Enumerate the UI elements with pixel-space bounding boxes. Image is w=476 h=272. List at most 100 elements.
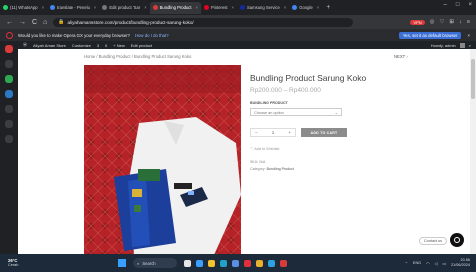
whatsapp-icon[interactable] — [5, 75, 13, 83]
tab-google[interactable]: Google × — [289, 2, 322, 14]
wordpress-icon — [102, 5, 108, 10]
tab-translate[interactable]: translate - Penelu × — [47, 2, 99, 14]
telegram-icon[interactable] — [268, 259, 275, 267]
menu-icon[interactable]: ≡ — [467, 19, 470, 25]
chat-icon — [454, 237, 460, 243]
opera-logo-icon — [6, 31, 13, 39]
history-icon[interactable] — [5, 120, 13, 128]
site-icon — [152, 5, 158, 10]
minimize-icon[interactable]: – — [444, 2, 447, 8]
admin-customize-link[interactable]: Customize — [72, 43, 91, 48]
bookmark-icon[interactable]: ♡ — [439, 19, 444, 25]
search-icon: ⌕ — [137, 260, 140, 266]
close-icon[interactable]: × — [232, 5, 234, 10]
google-icon — [50, 5, 56, 10]
qty-minus-button[interactable]: − — [255, 130, 258, 135]
home-button[interactable]: ⌂ — [43, 19, 47, 26]
store-icon[interactable] — [232, 259, 239, 267]
avatar[interactable] — [459, 42, 465, 48]
close-icon[interactable]: × — [467, 33, 470, 38]
player-icon[interactable] — [5, 105, 13, 113]
system-tray: ⌃ ENG ◠ ◁ ▭ 20.56 21/06/2024 — [405, 258, 476, 268]
chevron-down-icon: ⌄ — [334, 110, 338, 115]
qty-plus-button[interactable]: + — [288, 130, 291, 135]
forward-button[interactable]: → — [19, 19, 26, 26]
taskbar-search[interactable]: ⌕ Search — [133, 258, 177, 268]
add-to-wishlist-link[interactable]: ♡ Add to Wishlist — [250, 146, 279, 151]
promo-help-link[interactable]: How do I do that? — [135, 33, 169, 38]
variation-select[interactable]: Choose an option ⌄ — [250, 108, 342, 116]
samsung-icon — [239, 5, 245, 10]
tab-pinterest[interactable]: Pinterest × — [201, 2, 237, 14]
product-photo-illustration — [84, 65, 241, 255]
tab-bundling-product[interactable]: Bundling Product × — [149, 1, 201, 14]
admin-new-link[interactable]: + New — [113, 43, 124, 48]
product-sku: SKU: N/A — [250, 160, 266, 164]
product-title: Bundling Product Sarung Koko — [250, 73, 367, 83]
windows-start-icon[interactable] — [118, 259, 126, 267]
windows-taskbar: 26°C Cerah ⌕ Search ⌃ ENG ◠ ◁ ▭ 20.56 21… — [0, 254, 476, 272]
close-window-icon[interactable]: × — [468, 2, 472, 8]
weather-widget[interactable]: 26°C Cerah — [0, 258, 18, 268]
settings-icon[interactable] — [5, 135, 13, 143]
chat-button[interactable] — [450, 233, 464, 247]
admin-updates-count[interactable]: 3 — [97, 43, 99, 48]
maximize-icon[interactable]: □ — [456, 2, 460, 8]
close-icon[interactable]: × — [144, 5, 146, 10]
extensions-icon[interactable]: ⊞ — [449, 19, 454, 25]
chrome-icon[interactable] — [256, 259, 263, 267]
new-tab-button[interactable]: + — [322, 4, 334, 11]
camera-icon[interactable]: ◎ — [430, 19, 435, 25]
admin-howdy[interactable]: Howdy, admin — [431, 43, 456, 48]
variation-label: BUNDLING PRODUCT — [250, 101, 288, 105]
address-bar-tools: VPN ◎ ♡ ⊞ ↓ ≡ — [410, 19, 470, 25]
close-icon[interactable]: × — [42, 5, 44, 10]
app-icon[interactable] — [280, 259, 287, 267]
close-icon[interactable]: × — [317, 5, 319, 10]
page-scrollbar[interactable] — [470, 49, 476, 254]
edge-icon[interactable] — [220, 259, 227, 267]
tab-samsung[interactable]: Samsung Service × — [237, 2, 289, 14]
clock[interactable]: 20.56 21/06/2024 — [451, 258, 470, 268]
close-icon[interactable]: × — [196, 5, 198, 10]
qty-input[interactable]: 1 — [272, 130, 275, 135]
url-input[interactable]: 🔒 aliyahamansstore.com/product/bundling-… — [53, 17, 354, 27]
pinned-apps — [184, 259, 287, 267]
language-indicator[interactable]: ENG — [413, 261, 421, 265]
tab-edit-product[interactable]: Edit product 'Sar × — [99, 2, 149, 14]
product-image[interactable] — [84, 65, 241, 255]
task-view-icon[interactable] — [184, 259, 191, 267]
battery-icon[interactable]: ▭ — [442, 261, 446, 266]
reload-button[interactable]: C — [32, 19, 37, 26]
google-icon — [292, 5, 298, 10]
admin-comments-count[interactable]: 0 — [105, 43, 107, 48]
contact-us-button[interactable]: Contact us — [419, 237, 447, 245]
tab-whatsapp[interactable]: (11) WhatsApp × — [0, 2, 47, 14]
vpn-badge[interactable]: VPN — [410, 19, 425, 25]
download-icon[interactable]: ↓ — [459, 19, 462, 25]
set-default-button[interactable]: Yes, set it as default browser — [398, 31, 462, 39]
admin-site-link[interactable]: Aliyah Aman Store — [33, 43, 66, 48]
quantity-stepper[interactable]: − 1 + — [250, 128, 296, 137]
next-product-link[interactable]: NEXT › — [394, 54, 408, 59]
wifi-icon[interactable]: ◠ — [426, 261, 429, 266]
twitch-icon[interactable] — [5, 60, 13, 68]
file-explorer-icon[interactable] — [208, 259, 215, 267]
wordpress-icon[interactable]: Ⓦ — [23, 42, 27, 48]
messenger-icon[interactable] — [5, 90, 13, 98]
admin-edit-product-link[interactable]: Edit product — [131, 43, 152, 48]
breadcrumb[interactable]: Home / Bundling Product / Bundling Produ… — [84, 54, 191, 59]
back-button[interactable]: ← — [6, 19, 13, 26]
add-to-cart-button[interactable]: ADD TO CART — [301, 128, 347, 137]
search-icon[interactable]: ⌕ — [469, 43, 471, 48]
category-link[interactable]: Bundling Product — [267, 167, 294, 171]
close-icon[interactable]: × — [94, 5, 96, 10]
gx-control-icon[interactable] — [5, 45, 13, 53]
widgets-icon[interactable] — [196, 259, 203, 267]
pinterest-icon — [204, 5, 209, 10]
volume-icon[interactable]: ◁ — [434, 261, 437, 266]
opera-gx-icon[interactable] — [244, 259, 251, 267]
scrollbar-thumb[interactable] — [471, 59, 475, 99]
chevron-up-icon[interactable]: ⌃ — [405, 261, 408, 266]
close-icon[interactable]: × — [284, 5, 286, 10]
